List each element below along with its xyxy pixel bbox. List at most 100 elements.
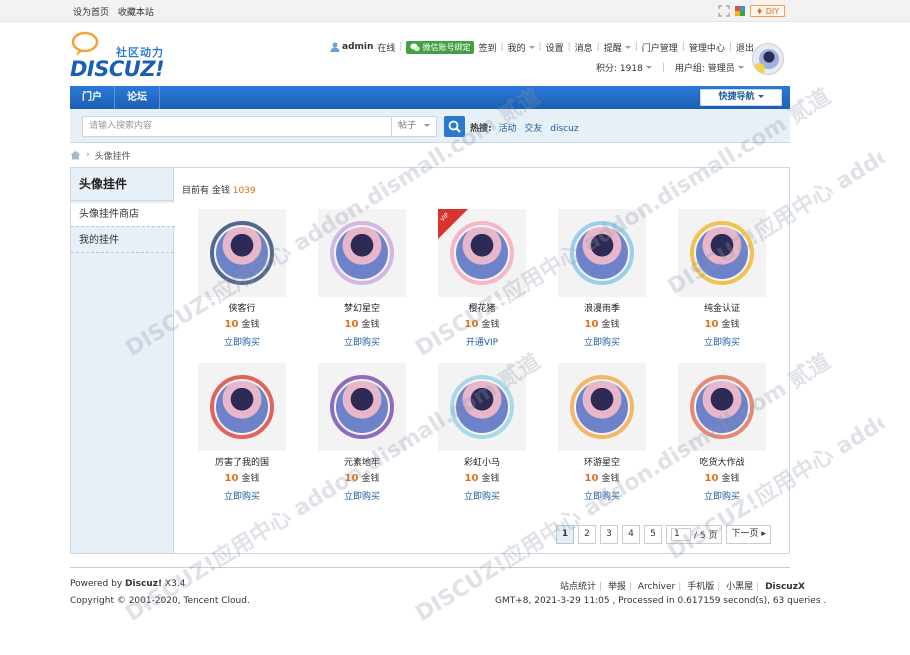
page-1[interactable]: 1 xyxy=(556,525,574,544)
price-unit: 金钱 xyxy=(721,474,740,484)
pendant-thumbnail[interactable] xyxy=(678,363,766,451)
page-5[interactable]: 5 xyxy=(644,525,662,544)
powered-by: Powered by Discuz! X3.4 xyxy=(70,579,185,589)
avatar-preview xyxy=(456,381,508,433)
footer-link-mobile[interactable]: 手机版 xyxy=(687,582,714,592)
chevron-down-icon xyxy=(757,95,764,98)
avatar[interactable] xyxy=(752,43,784,75)
admin-center-link[interactable]: 管理中心 xyxy=(689,41,725,54)
powered-brand-link[interactable]: Discuz! xyxy=(125,579,162,589)
wechat-bind-label: 微信账号绑定 xyxy=(422,42,471,52)
sidebar-item-my-pendants[interactable]: 我的挂件 xyxy=(71,229,174,253)
pendant-thumbnail[interactable] xyxy=(678,209,766,297)
pendant-thumbnail[interactable] xyxy=(438,363,526,451)
hot-item[interactable]: discuz xyxy=(550,124,578,134)
chevron-down-icon xyxy=(528,45,535,49)
nav-forum[interactable]: 论坛 xyxy=(115,86,160,109)
user-stats: 积分: 1918 | 用户组: 管理员 xyxy=(596,61,744,74)
page-3[interactable]: 3 xyxy=(600,525,618,544)
usergroup-menu[interactable]: 用户组: 管理员 xyxy=(675,61,735,74)
pendant-name: 樱花猪 xyxy=(468,304,496,314)
pendant-thumbnail[interactable] xyxy=(318,209,406,297)
chevron-down-icon xyxy=(645,66,652,69)
wechat-bind-button[interactable]: 微信账号绑定 xyxy=(406,40,475,54)
settings-link[interactable]: 设置 xyxy=(546,41,564,54)
quick-nav-button[interactable]: 快捷导航 xyxy=(700,89,782,106)
page-4[interactable]: 4 xyxy=(622,525,640,544)
pendant-thumbnail[interactable] xyxy=(558,209,646,297)
buy-now-link[interactable]: 立即购买 xyxy=(318,335,406,348)
pendant-thumbnail[interactable] xyxy=(198,363,286,451)
chevron-right-icon: › xyxy=(86,150,90,160)
breadcrumb-current: 头像挂件 xyxy=(94,151,131,162)
pendant-name: 彩虹小马 xyxy=(463,458,500,468)
hot-item[interactable]: 交友 xyxy=(524,124,542,134)
logout-link[interactable]: 退出 xyxy=(736,41,754,54)
points-menu[interactable]: 积分: 1918 xyxy=(596,61,643,74)
sidebar-item-shop[interactable]: 头像挂件商店 xyxy=(71,203,175,227)
pendant-card: 环游星空 10 金钱 立即购买 xyxy=(558,363,648,513)
footer-link-discuzx[interactable]: DiscuzX xyxy=(765,582,805,592)
pendant-thumbnail[interactable] xyxy=(558,363,646,451)
search-icon xyxy=(448,120,461,133)
search-input[interactable]: 请输入搜索内容 xyxy=(82,116,392,137)
logo-text: DISCUZ! xyxy=(70,57,165,81)
buy-now-link[interactable]: 立即购买 xyxy=(678,335,766,348)
footer-link-blackroom[interactable]: 小黑屋 xyxy=(726,582,753,592)
breadcrumb: › 头像挂件 xyxy=(70,149,131,162)
username-link[interactable]: admin xyxy=(342,42,373,52)
price-value: 10 xyxy=(704,473,719,484)
next-page-button[interactable]: 下一页 ▸ xyxy=(726,525,771,544)
buy-now-link[interactable]: 立即购买 xyxy=(318,489,406,502)
buy-now-link[interactable]: 立即购买 xyxy=(438,489,526,502)
buy-now-link[interactable]: 立即购买 xyxy=(558,335,646,348)
buy-now-link[interactable]: 立即购买 xyxy=(198,335,286,348)
open-vip-link[interactable]: 开通VIP xyxy=(438,335,526,348)
page-jump-input[interactable]: 1 xyxy=(671,528,691,541)
palette-icon[interactable] xyxy=(734,5,746,17)
top-links: 设为首页 收藏本站 xyxy=(73,5,154,18)
set-home-link[interactable]: 设为首页 xyxy=(73,8,109,18)
price-value: 10 xyxy=(344,319,359,330)
messages-link[interactable]: 消息 xyxy=(575,41,593,54)
page-jump: 1 / 5 页 xyxy=(666,525,723,544)
wechat-icon xyxy=(410,43,421,51)
fullscreen-icon[interactable] xyxy=(718,5,730,17)
pendant-thumbnail[interactable]: VIP xyxy=(438,209,526,297)
site-logo[interactable]: 社区动力 DISCUZ! xyxy=(70,30,180,81)
pendant-name: 环游星空 xyxy=(583,458,620,468)
footer-link-report[interactable]: 举报 xyxy=(608,582,626,592)
pendant-thumbnail[interactable] xyxy=(198,209,286,297)
page-2[interactable]: 2 xyxy=(578,525,596,544)
diy-button[interactable]: ♦ DIY xyxy=(750,5,786,17)
footer-link-archiver[interactable]: Archiver xyxy=(638,582,675,592)
bookmark-link[interactable]: 收藏本站 xyxy=(118,8,154,18)
price-unit: 金钱 xyxy=(601,474,620,484)
pendant-name: 元素地牢 xyxy=(343,458,380,468)
my-menu[interactable]: 我的 xyxy=(508,41,526,54)
home-icon[interactable] xyxy=(70,150,81,160)
checkin-link[interactable]: 签到 xyxy=(478,41,496,54)
notice-menu[interactable]: 提醒 xyxy=(604,41,622,54)
pendant-card: VIP 樱花猪 10 金钱 开通VIP xyxy=(438,209,528,359)
hot-item[interactable]: 活动 xyxy=(498,124,516,134)
portal-admin-link[interactable]: 门户管理 xyxy=(642,41,678,54)
top-bar: 设为首页 收藏本站 ♦ DIY xyxy=(0,0,910,22)
search-type-select[interactable]: 帖子 xyxy=(392,116,437,137)
pendant-price: 10 金钱 xyxy=(198,471,286,484)
pendant-price: 10 金钱 xyxy=(678,471,766,484)
price-value: 10 xyxy=(464,319,479,330)
avatar-preview xyxy=(696,381,748,433)
footer-link-stats[interactable]: 站点统计 xyxy=(560,582,596,592)
price-unit: 金钱 xyxy=(601,320,620,330)
pendant-name: 吃货大作战 xyxy=(699,458,745,468)
pendant-thumbnail[interactable] xyxy=(318,363,406,451)
nav-portal[interactable]: 门户 xyxy=(70,86,115,109)
buy-now-link[interactable]: 立即购买 xyxy=(558,489,646,502)
buy-now-link[interactable]: 立即购买 xyxy=(678,489,766,502)
buy-now-link[interactable]: 立即购买 xyxy=(198,489,286,502)
main-nav: 门户 论坛 xyxy=(70,86,790,109)
price-unit: 金钱 xyxy=(721,320,740,330)
search-button[interactable] xyxy=(444,116,465,137)
avatar-preview xyxy=(336,227,388,279)
